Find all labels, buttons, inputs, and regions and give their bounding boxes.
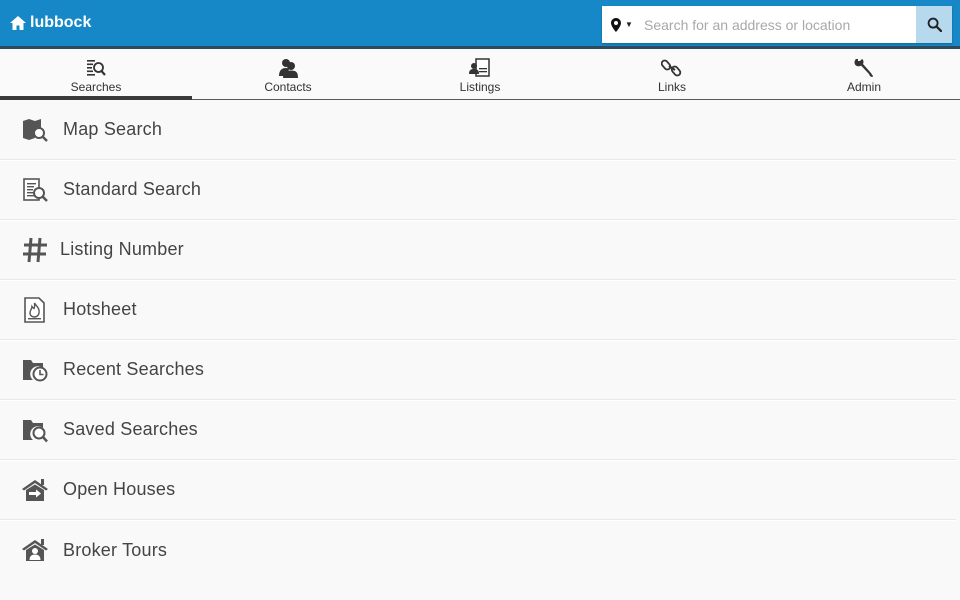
tab-listings[interactable]: Listings [384,52,576,99]
menu-item-label: Hotsheet [63,299,137,319]
wrench-icon [854,59,873,77]
menu-item-label: Map Search [63,119,163,139]
top-bar: lubbock ▼ [0,0,960,49]
search-icon [927,17,942,32]
search-input[interactable] [642,6,916,43]
brand-link[interactable]: lubbock [10,14,91,32]
menu-item-label: Saved Searches [63,419,198,439]
menu-item-label: Standard Search [63,179,202,199]
recent-searches-icon [22,359,47,381]
menu-item-label: Broker Tours [63,539,168,560]
menu-item-label: Recent Searches [63,359,205,379]
searches-menu: Map Search Standard Search Listing Numbe… [0,100,956,580]
hotsheet-icon [23,296,45,323]
menu-item-recent-searches[interactable]: Recent Searches [0,340,956,400]
menu-item-map-search[interactable]: Map Search [0,100,956,160]
home-icon [10,16,26,30]
menu-item-standard-search[interactable]: Standard Search [0,160,956,220]
tab-searches[interactable]: Searches [0,52,192,100]
tab-label: Contacts [264,80,312,94]
chevron-down-icon: ▼ [625,20,633,29]
map-search-icon [22,118,48,142]
tab-contacts[interactable]: Contacts [192,52,384,99]
tab-admin[interactable]: Admin [768,52,960,99]
tab-label: Links [657,80,686,94]
saved-searches-icon [22,419,48,442]
menu-item-broker-tours[interactable]: Broker Tours [0,520,956,580]
location-type-dropdown[interactable]: ▼ [602,6,642,43]
menu-item-listing-number[interactable]: Listing Number [0,220,956,280]
contacts-icon [279,59,298,78]
listings-icon [469,58,490,77]
tab-links[interactable]: Links [576,52,768,99]
location-search: ▼ [602,6,952,43]
map-marker-icon [611,17,622,32]
hash-icon [22,237,47,262]
tab-label: Listings [459,80,501,94]
tab-label: Searches [70,80,122,94]
search-button[interactable] [916,6,952,43]
menu-item-open-houses[interactable]: Open Houses [0,460,956,520]
menu-item-label: Open Houses [63,479,176,499]
open-house-icon [21,478,48,501]
menu-item-saved-searches[interactable]: Saved Searches [0,400,956,460]
standard-search-icon [22,177,48,202]
menu-item-label: Listing Number [60,239,184,259]
main-tabs: Searches Contacts Listings Links Admin [0,52,960,100]
searches-icon [87,60,106,76]
menu-item-hotsheet[interactable]: Hotsheet [0,280,956,340]
links-icon [661,59,682,77]
tab-label: Admin [846,80,881,94]
brand-name: lubbock [30,14,92,31]
broker-tour-icon [21,539,48,561]
